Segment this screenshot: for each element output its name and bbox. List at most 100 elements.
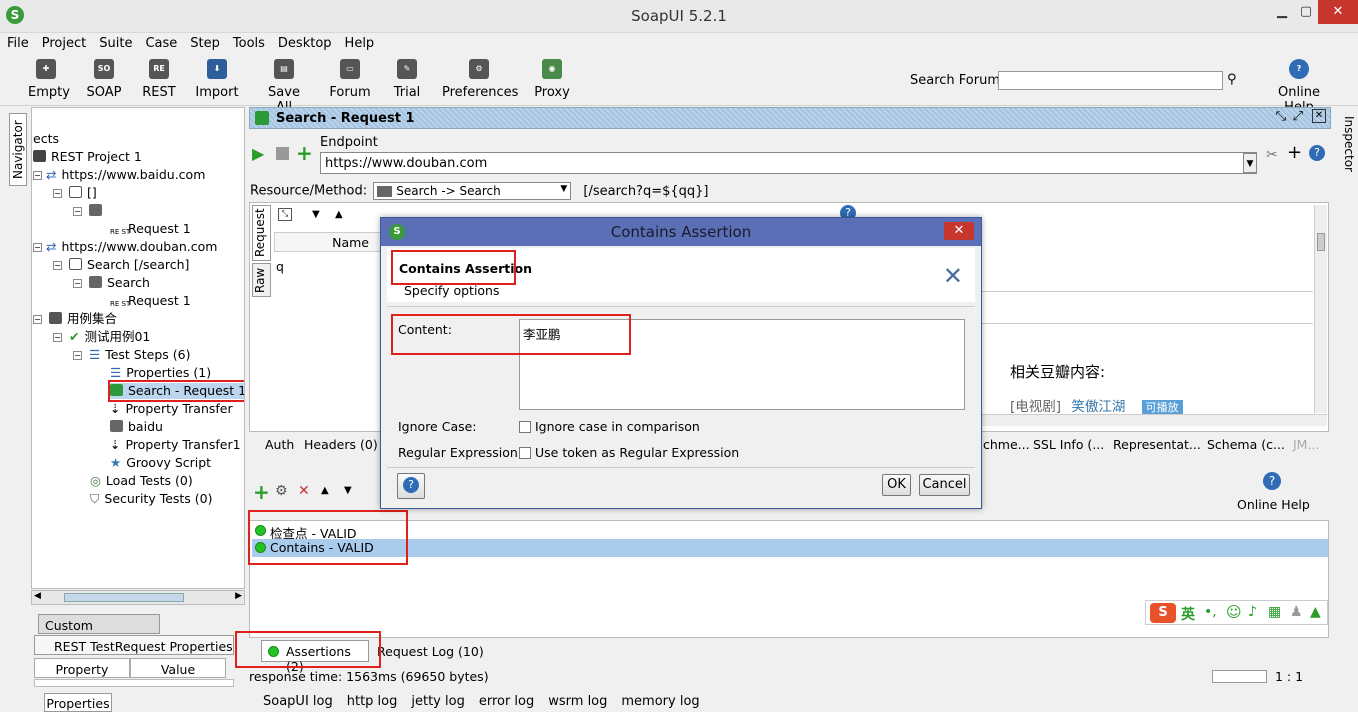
ime-lang[interactable]: 英 [1181, 604, 1195, 624]
scroll-left-icon[interactable]: ◀ [34, 591, 41, 601]
tree-node-douban[interactable]: − ⇄ https://www.douban.com [33, 239, 217, 255]
endpoint-input[interactable]: https://www.douban.com [320, 152, 1257, 174]
search-forum-input[interactable] [998, 71, 1223, 90]
edit-icon[interactable]: ✂ [1266, 147, 1278, 163]
maximize-icon[interactable]: ▢ [1294, 0, 1318, 24]
column-header-property[interactable]: Property [34, 658, 130, 678]
preferences-button[interactable]: ⚙ Preferences [442, 59, 518, 100]
regex-checkbox[interactable]: Use token as Regular Expression [519, 445, 739, 460]
tree-node-properties[interactable]: ☰ Properties (1) [110, 365, 211, 381]
add-assertion-icon[interactable]: + [253, 480, 270, 504]
add-icon[interactable]: + [296, 141, 313, 165]
tab-jms[interactable]: JM... [1293, 437, 1319, 452]
checkbox-box[interactable] [519, 447, 531, 459]
tree-node-get-method[interactable]: − [73, 203, 107, 219]
gear-icon[interactable]: ⚙ [275, 483, 288, 499]
menu-help[interactable]: Help [338, 33, 381, 51]
menu-step[interactable]: Step [183, 33, 226, 51]
tab-custom-properties[interactable]: Custom Properties [38, 614, 160, 648]
menu-case[interactable]: Case [138, 33, 183, 51]
tab-ssl-info[interactable]: SSL Info (... [1033, 437, 1104, 452]
assertion-row[interactable]: Contains - VALID [252, 539, 1328, 557]
inspector-tab[interactable]: Inspector [1336, 113, 1356, 175]
menu-file[interactable]: File [0, 33, 35, 51]
close-pane-icon[interactable]: ✕ [1312, 109, 1326, 123]
trial-button[interactable]: ✎ Trial [390, 59, 424, 100]
scroll-right-icon[interactable]: ▶ [235, 591, 242, 601]
forum-button[interactable]: ▭ Forum [328, 59, 372, 100]
tree-node-rest-project[interactable]: REST Project 1 [33, 149, 142, 165]
tree-node-baidu-step[interactable]: baidu [110, 419, 163, 435]
response-vertical-scrollbar[interactable] [1314, 205, 1327, 413]
collapse-icon[interactable]: − [53, 189, 62, 198]
param-name-q[interactable]: q [276, 259, 284, 274]
help-icon[interactable]: ? [1309, 145, 1325, 161]
collapse-icon[interactable]: − [73, 207, 82, 216]
collapse-icon[interactable]: − [33, 171, 42, 180]
params-config-icon[interactable]: ⤡ [278, 208, 292, 221]
menu-tools[interactable]: Tools [226, 33, 271, 51]
tab-wsrm-log[interactable]: wsrm log [548, 694, 607, 709]
tree-node-request-1-douban[interactable]: RE STRequest 1 [110, 293, 191, 313]
tab-schema[interactable]: Schema (c... [1207, 437, 1285, 452]
proxy-button[interactable]: ◉ Proxy [534, 59, 570, 100]
collapse-icon[interactable]: − [53, 333, 62, 342]
scroll-thumb[interactable] [1317, 233, 1325, 251]
ignore-case-checkbox[interactable]: Ignore case in comparison [519, 419, 700, 434]
move-down-icon[interactable]: ▼ [344, 485, 352, 496]
tree-node-baidu[interactable]: − ⇄ https://www.baidu.com [33, 167, 205, 183]
scroll-thumb[interactable] [64, 593, 184, 602]
tab-properties[interactable]: Properties [44, 693, 112, 712]
column-header-value[interactable]: Value [130, 658, 226, 678]
stop-icon[interactable] [276, 147, 289, 160]
sort-down-icon[interactable]: ▼ [312, 209, 320, 220]
punctuation-icon[interactable]: •, [1204, 604, 1217, 620]
tab-raw[interactable]: Raw [252, 263, 271, 297]
tab-representations[interactable]: Representat... [1113, 437, 1201, 452]
collapse-icon[interactable]: − [53, 261, 62, 270]
run-icon[interactable]: ▶ [252, 144, 264, 163]
ok-button[interactable]: OK [882, 474, 911, 496]
rest-button[interactable]: RE REST [141, 59, 177, 100]
user-icon[interactable]: ♟ [1290, 604, 1303, 620]
tree-horizontal-scrollbar[interactable]: ◀ ▶ [31, 590, 245, 605]
tree-node-load-tests[interactable]: ◎ Load Tests (0) [90, 473, 193, 489]
tree-node-search-method[interactable]: − Search [73, 275, 150, 291]
close-icon[interactable]: ✕ [1318, 0, 1358, 24]
menu-desktop[interactable]: Desktop [271, 33, 338, 51]
tree-node-security-tests[interactable]: ⛉ Security Tests (0) [90, 491, 213, 507]
help-icon[interactable]: ? [1263, 472, 1281, 490]
skin-icon[interactable]: ▲ [1310, 604, 1321, 620]
navigator-tab[interactable]: Navigator [9, 113, 27, 186]
tab-error-log[interactable]: error log [479, 694, 534, 709]
tab-soapui-log[interactable]: SoapUI log [263, 694, 333, 709]
maximize-pane-icon[interactable]: ⤡ [1276, 109, 1286, 124]
dialog-close-icon[interactable]: ✕ [944, 222, 974, 240]
menu-project[interactable]: Project [35, 33, 92, 51]
tab-schema-compliance[interactable]: chme... [983, 437, 1030, 452]
collapse-icon[interactable]: − [33, 243, 42, 252]
collapse-icon[interactable]: − [33, 315, 42, 324]
remove-assertion-icon[interactable]: ✕ [298, 483, 310, 499]
tree-node-resource-empty[interactable]: −[] [53, 185, 97, 201]
column-header-name[interactable]: Name [274, 232, 384, 252]
move-up-icon[interactable]: ▲ [321, 485, 329, 496]
import-button[interactable]: ⬇ Import [194, 59, 240, 100]
microphone-icon[interactable]: ♪ [1248, 604, 1257, 620]
tree-node-request-1-baidu[interactable]: RE STRequest 1 [110, 221, 191, 241]
resource-method-select[interactable]: Search -> Search ▼ [373, 182, 572, 200]
tree-node-search-resource[interactable]: − Search [/search] [53, 257, 189, 273]
binoculars-icon[interactable]: ⚲ [1227, 72, 1237, 87]
emoji-icon[interactable]: ☺ [1226, 603, 1242, 621]
tab-request[interactable]: Request [252, 205, 271, 261]
tree-node-test-case[interactable]: − ✔ 测试用例01 [53, 329, 150, 345]
cancel-button[interactable]: Cancel [919, 474, 970, 496]
checkbox-box[interactable] [519, 421, 531, 433]
keyboard-icon[interactable]: ▦ [1268, 604, 1281, 620]
tree-node-groovy-script[interactable]: ★ Groovy Script [110, 455, 211, 471]
tree-node-test-steps[interactable]: − ☰ Test Steps (6) [73, 347, 190, 363]
tree-node-property-transfer-1[interactable]: ⇣ Property Transfer1 [110, 437, 241, 453]
dialog-help-button[interactable]: ? [397, 473, 425, 499]
sort-up-icon[interactable]: ▲ [335, 209, 343, 220]
tab-memory-log[interactable]: memory log [621, 694, 699, 709]
